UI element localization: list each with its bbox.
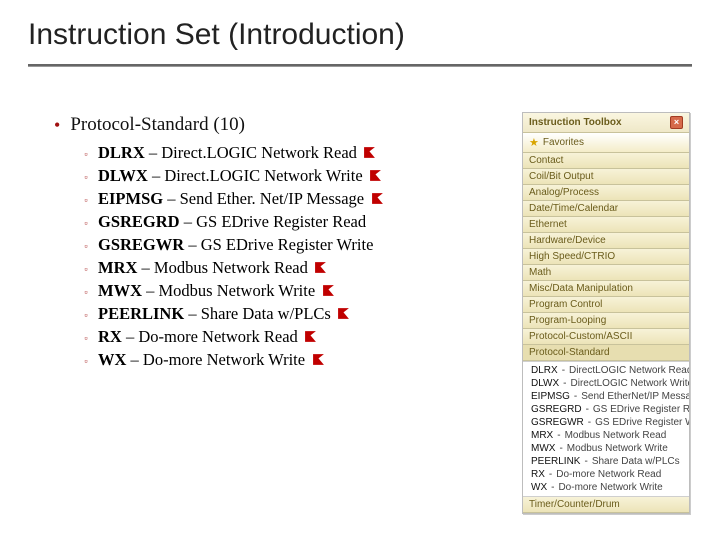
- toolbox-leaf[interactable]: MRX - Modbus Network Read: [523, 429, 689, 442]
- bullet-sub-icon: ▫: [82, 304, 90, 326]
- toolbox-category[interactable]: Math: [523, 265, 689, 281]
- toolbox-leaf[interactable]: DLWX - DirectLOGIC Network Write: [523, 377, 689, 390]
- toolbox-favorites-row[interactable]: ★ Favorites: [523, 133, 689, 153]
- toolbox-leaf-list: DLRX - DirectLOGIC Network ReadDLWX - Di…: [523, 361, 689, 497]
- bullet-sub-icon: ▫: [82, 166, 90, 188]
- toolbox-leaf[interactable]: GSREGRD - GS EDrive Register Read: [523, 403, 689, 416]
- bullet-main-icon: •: [54, 114, 60, 136]
- bullet-sub-icon: ▫: [82, 281, 90, 303]
- main-bullet-text: Protocol-Standard (10): [70, 114, 245, 136]
- toolbox-category[interactable]: Date/Time/Calendar: [523, 201, 689, 217]
- sub-bullet-text: RX – Do-more Network Read: [98, 326, 317, 349]
- bullet-sub-icon: ▫: [82, 327, 90, 349]
- toolbox-leaf[interactable]: PEERLINK - Share Data w/PLCs: [523, 455, 689, 468]
- toolbox-category-footer[interactable]: Timer/Counter/Drum: [523, 497, 689, 513]
- sub-bullet-text: DLRX – Direct.LOGIC Network Read: [98, 142, 376, 165]
- toolbox-leaf[interactable]: EIPMSG - Send EtherNet/IP Message: [523, 390, 689, 403]
- sub-bullet-text: MWX – Modbus Network Write: [98, 280, 335, 303]
- toolbox-category[interactable]: Ethernet: [523, 217, 689, 233]
- toolbox-title-text: Instruction Toolbox: [529, 117, 622, 128]
- slide-title: Instruction Set (Introduction): [28, 18, 692, 58]
- toolbox-category[interactable]: Protocol-Custom/ASCII: [523, 329, 689, 345]
- bullet-sub-icon: ▫: [82, 258, 90, 280]
- sub-bullet-text: WX – Do-more Network Write: [98, 349, 325, 372]
- toolbox-category[interactable]: Program Control: [523, 297, 689, 313]
- toolbox-category[interactable]: Hardware/Device: [523, 233, 689, 249]
- toolbox-leaf[interactable]: RX - Do-more Network Read: [523, 468, 689, 481]
- sub-bullet-text: GSREGRD – GS EDrive Register Read: [98, 211, 366, 234]
- bullet-sub-icon: ▫: [82, 235, 90, 257]
- toolbox-category[interactable]: Misc/Data Manipulation: [523, 281, 689, 297]
- bullet-sub-icon: ▫: [82, 143, 90, 165]
- toolbox-leaf[interactable]: DLRX - DirectLOGIC Network Read: [523, 364, 689, 377]
- sub-bullet-text: MRX – Modbus Network Read: [98, 257, 327, 280]
- bullet-sub-icon: ▫: [82, 212, 90, 234]
- bullet-sub-icon: ▫: [82, 350, 90, 372]
- favorites-label: Favorites: [543, 137, 584, 148]
- toolbox-leaf[interactable]: GSREGWR - GS EDrive Register Write: [523, 416, 689, 429]
- toolbox-category[interactable]: Program-Looping: [523, 313, 689, 329]
- bullet-sub-icon: ▫: [82, 189, 90, 211]
- toolbox-category[interactable]: Analog/Process: [523, 185, 689, 201]
- close-icon[interactable]: ×: [670, 116, 683, 129]
- toolbox-category[interactable]: Coil/Bit Output: [523, 169, 689, 185]
- toolbox-category[interactable]: Protocol-Standard: [523, 345, 689, 361]
- sub-bullet-text: GSREGWR – GS EDrive Register Write: [98, 234, 373, 257]
- sub-bullet-text: DLWX – Direct.LOGIC Network Write: [98, 165, 382, 188]
- toolbox-leaf[interactable]: MWX - Modbus Network Write: [523, 442, 689, 455]
- toolbox-category[interactable]: High Speed/CTRIO: [523, 249, 689, 265]
- toolbox-leaf[interactable]: WX - Do-more Network Write: [523, 481, 689, 494]
- sub-bullet-text: EIPMSG – Send Ether. Net/IP Message: [98, 188, 384, 211]
- star-icon: ★: [529, 136, 539, 149]
- instruction-toolbox-panel: Instruction Toolbox × ★ Favorites Contac…: [522, 112, 690, 514]
- toolbox-category[interactable]: Contact: [523, 153, 689, 169]
- title-rule: [28, 64, 692, 66]
- sub-bullet-text: PEERLINK – Share Data w/PLCs: [98, 303, 350, 326]
- toolbox-titlebar: Instruction Toolbox ×: [523, 113, 689, 133]
